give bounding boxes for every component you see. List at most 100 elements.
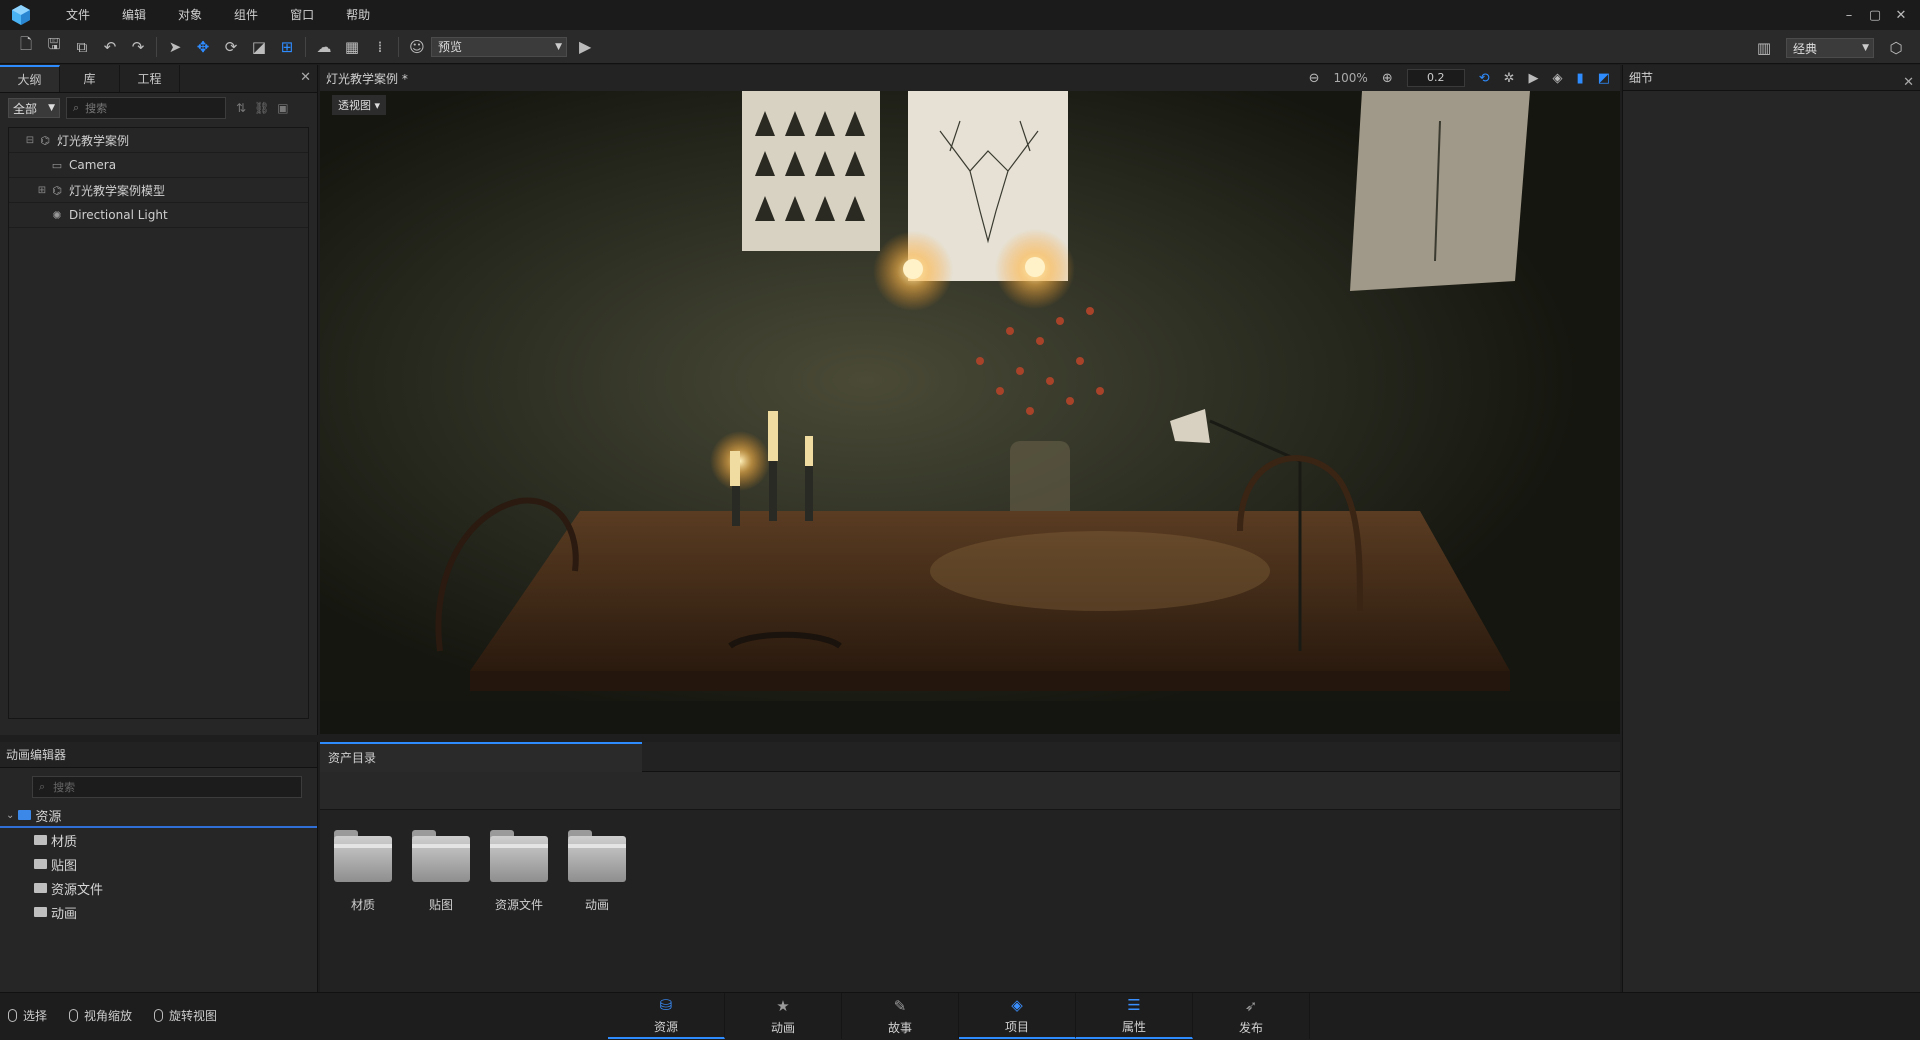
asset-tree-item[interactable]: 资源文件 <box>0 876 317 900</box>
rotate-icon[interactable]: ⟳ <box>217 34 245 60</box>
cloud-icon[interactable]: ☁ <box>310 34 338 60</box>
story-icon: ✎ <box>893 996 907 1015</box>
mode-select[interactable]: 预览 ▼ <box>431 36 567 57</box>
tab-story[interactable]: ✎ 故事 <box>842 993 959 1039</box>
asset-tree-label: 资源 <box>35 809 62 825</box>
3d-viewport[interactable]: 透视图 ▾ <box>320 91 1620 734</box>
mouse-hints: 选择 视角缩放 旋转视图 <box>8 1007 217 1024</box>
redo-icon[interactable]: ↷ <box>124 34 152 60</box>
outline-filter-select[interactable]: 全部 ▼ <box>8 98 60 118</box>
app-logo-icon <box>12 5 30 25</box>
save-all-icon[interactable]: ⧉ <box>68 34 96 60</box>
tab-library[interactable]: 库 <box>60 65 120 92</box>
folder-item[interactable]: 材质 <box>332 830 394 913</box>
expand-toggle-icon[interactable]: ⊞ <box>35 185 49 196</box>
folder-icon <box>34 859 47 869</box>
asset-search-input[interactable]: ⌕ 搜索 <box>32 776 302 798</box>
search-icon: ⌕ <box>39 780 46 793</box>
chevron-down-icon: ▾ <box>374 99 381 112</box>
tab-asset-directory[interactable]: 资产目录 <box>320 742 642 772</box>
new-file-icon[interactable]: 🗋 <box>12 34 40 60</box>
view-mode-dropdown[interactable]: 透视图 ▾ <box>332 95 387 115</box>
settings-hex-icon[interactable]: ⬡ <box>1882 35 1910 61</box>
tree-row-model[interactable]: ⊞ ⌬ 灯光教学案例模型 <box>9 178 308 203</box>
move-icon[interactable]: ✥ <box>189 34 217 60</box>
tree-row-camera[interactable]: ▭ Camera <box>9 153 308 178</box>
layout-select-value: 经典 <box>1793 41 1818 56</box>
tab-outline[interactable]: 大纲 <box>0 65 60 92</box>
tab-publish[interactable]: ➶ 发布 <box>1193 993 1310 1039</box>
tab-animation[interactable]: ★ 动画 <box>725 993 842 1039</box>
asset-tree-item[interactable]: 贴图 <box>0 852 317 876</box>
vase <box>1010 441 1070 521</box>
properties-icon: ☰ <box>1127 995 1141 1014</box>
collapse-toggle-icon[interactable]: ⊟ <box>23 135 37 146</box>
menu-help[interactable]: 帮助 <box>330 0 386 30</box>
search-placeholder: 搜索 <box>53 781 76 794</box>
outline-filter-row: 全部 ▼ ⌕ 搜索 ⇅ ⛓ ▣ <box>0 93 317 123</box>
folder-item[interactable]: 贴图 <box>410 830 472 913</box>
play-icon[interactable]: ▶ <box>579 37 591 56</box>
lock-view-icon[interactable]: ▮ <box>1577 71 1584 86</box>
sort-icon[interactable]: ⇅ <box>236 101 246 115</box>
physics-icon[interactable]: ✲ <box>1504 71 1515 86</box>
view-mode-label: 透视图 <box>338 99 371 112</box>
tab-project-nav[interactable]: ◈ 项目 <box>959 993 1076 1039</box>
folder-label: 资源文件 <box>494 898 543 912</box>
folder-icon <box>334 830 392 882</box>
filter-value: 全部 <box>13 101 38 116</box>
asset-tree: ⌄ 资源 材质 贴图 资源文件 动画 <box>0 804 317 924</box>
mouse-icon <box>8 1009 17 1022</box>
restore-button[interactable]: ▢ <box>1862 8 1888 23</box>
asset-tree-root[interactable]: ⌄ 资源 <box>0 804 317 828</box>
outline-search-input[interactable]: ⌕ 搜索 <box>66 97 226 119</box>
menu-window[interactable]: 窗口 <box>274 0 330 30</box>
transform-gizmo-icon[interactable]: ⟲ <box>1479 71 1490 86</box>
user-icon[interactable]: ☺ <box>403 34 431 60</box>
layout-icon[interactable]: ▥ <box>1750 35 1778 61</box>
asset-tree-item[interactable]: 动画 <box>0 900 317 924</box>
menu-edit[interactable]: 编辑 <box>106 0 162 30</box>
select-cursor-icon[interactable]: ➤ <box>161 34 189 60</box>
menu-file[interactable]: 文件 <box>50 0 106 30</box>
folder-item[interactable]: 动画 <box>566 830 628 913</box>
asset-path-bar <box>320 772 1620 810</box>
scale-icon[interactable]: ◪ <box>245 34 273 60</box>
tree-row-root[interactable]: ⊟ ⌬ 灯光教学案例 <box>9 128 308 153</box>
layout-select[interactable]: 经典 ▼ <box>1786 38 1874 58</box>
tree-label: 灯光教学案例模型 <box>69 183 166 198</box>
grid-toggle-icon[interactable]: ◩ <box>1598 71 1610 86</box>
menu-component[interactable]: 组件 <box>218 0 274 30</box>
asset-tree-item[interactable]: 材质 <box>0 828 317 852</box>
link-icon[interactable]: ⛓ <box>254 101 269 115</box>
chevron-down-icon[interactable]: ⌄ <box>6 810 14 821</box>
zoom-in-icon[interactable]: ⊕ <box>1382 71 1393 86</box>
minimize-button[interactable]: – <box>1836 8 1862 23</box>
folder-label: 材质 <box>350 898 375 912</box>
close-window-button[interactable]: ✕ <box>1888 8 1914 23</box>
tab-properties[interactable]: ☰ 属性 <box>1076 993 1193 1039</box>
bulb-left <box>903 259 923 279</box>
zoom-out-icon[interactable]: ⊖ <box>1309 71 1320 86</box>
dot-grid-icon[interactable]: ⁞ <box>366 34 394 60</box>
undo-icon[interactable]: ↶ <box>96 34 124 60</box>
tab-resource[interactable]: ⛁ 资源 <box>608 993 725 1039</box>
search-icon: ⌕ <box>73 101 80 114</box>
candle-2 <box>768 411 778 461</box>
video-camera-icon[interactable]: ▶ <box>1529 71 1539 86</box>
close-icon[interactable]: ✕ <box>300 70 311 85</box>
tree-row-light[interactable]: ✺ Directional Light <box>9 203 308 228</box>
cube-icon[interactable]: ◈ <box>1553 71 1563 86</box>
tab-label: 资源 <box>653 1019 678 1034</box>
folder-item[interactable]: 资源文件 <box>488 830 550 913</box>
menu-object[interactable]: 对象 <box>162 0 218 30</box>
snap-icon[interactable]: ⊞ <box>273 34 301 60</box>
tab-label: 动画 <box>770 1020 795 1035</box>
save-icon[interactable]: 🖫 <box>40 34 68 60</box>
close-icon[interactable]: ✕ <box>1903 70 1914 96</box>
grid-icon[interactable]: ▦ <box>338 34 366 60</box>
camera-speed-input[interactable]: 0.2 <box>1406 69 1465 87</box>
animation-editor-title: 动画编辑器 <box>0 742 317 768</box>
tab-project[interactable]: 工程 <box>120 65 180 92</box>
collapse-icon[interactable]: ▣ <box>277 101 288 115</box>
